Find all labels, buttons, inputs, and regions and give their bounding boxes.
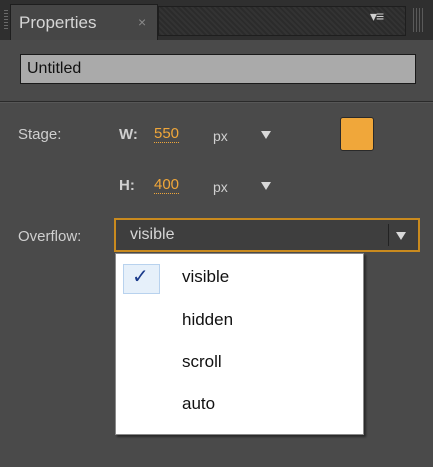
properties-panel: Properties × ▾≡ Untitled Stage: W: 550 p… xyxy=(0,0,433,467)
stage-width-value[interactable]: 550 xyxy=(154,125,180,143)
width-unit-dropdown-icon[interactable] xyxy=(261,131,271,139)
overflow-label: Overflow: xyxy=(18,228,82,245)
dropdown-item-hidden[interactable]: hidden xyxy=(116,301,363,341)
panel-menu-icon[interactable]: ▾≡ xyxy=(370,8,384,25)
section-divider-highlight xyxy=(0,102,433,103)
stage-height-value[interactable]: 400 xyxy=(154,176,180,194)
dropdown-item-auto[interactable]: auto xyxy=(116,385,363,425)
tab-close-icon[interactable]: × xyxy=(138,14,146,30)
select-separator xyxy=(388,224,389,246)
dropdown-item-label: scroll xyxy=(182,352,222,371)
panel-resize-grip-icon[interactable] xyxy=(413,8,423,32)
dropdown-item-label: auto xyxy=(182,394,216,413)
dropdown-item-scroll[interactable]: scroll xyxy=(116,343,363,383)
panel-header: Properties × ▾≡ xyxy=(0,0,433,40)
stage-color-swatch[interactable] xyxy=(340,117,374,151)
stage-label: Stage: xyxy=(18,126,62,143)
stage-width-label: W: xyxy=(119,126,138,143)
overflow-select[interactable]: visible xyxy=(114,218,420,252)
document-title-field[interactable]: Untitled xyxy=(20,54,416,84)
overflow-dropdown-menu: ✓ visible hidden scroll auto xyxy=(115,253,364,435)
checkmark-icon: ✓ xyxy=(132,266,149,288)
dropdown-item-label: hidden xyxy=(182,310,234,329)
stage-height-unit: px xyxy=(213,179,228,195)
height-unit-dropdown-icon[interactable] xyxy=(261,182,271,190)
dropdown-item-label: visible xyxy=(182,267,230,286)
stage-height-label: H: xyxy=(119,177,135,194)
tab-properties-label: Properties xyxy=(19,13,97,32)
stage-width-unit: px xyxy=(213,128,228,144)
panel-grip-icon[interactable] xyxy=(4,10,8,30)
dropdown-item-visible[interactable]: ✓ visible xyxy=(116,258,363,298)
chevron-down-icon[interactable] xyxy=(396,232,406,240)
overflow-selected-value: visible xyxy=(130,226,175,243)
tab-properties[interactable]: Properties × xyxy=(10,4,158,40)
header-empty-area xyxy=(158,6,406,36)
